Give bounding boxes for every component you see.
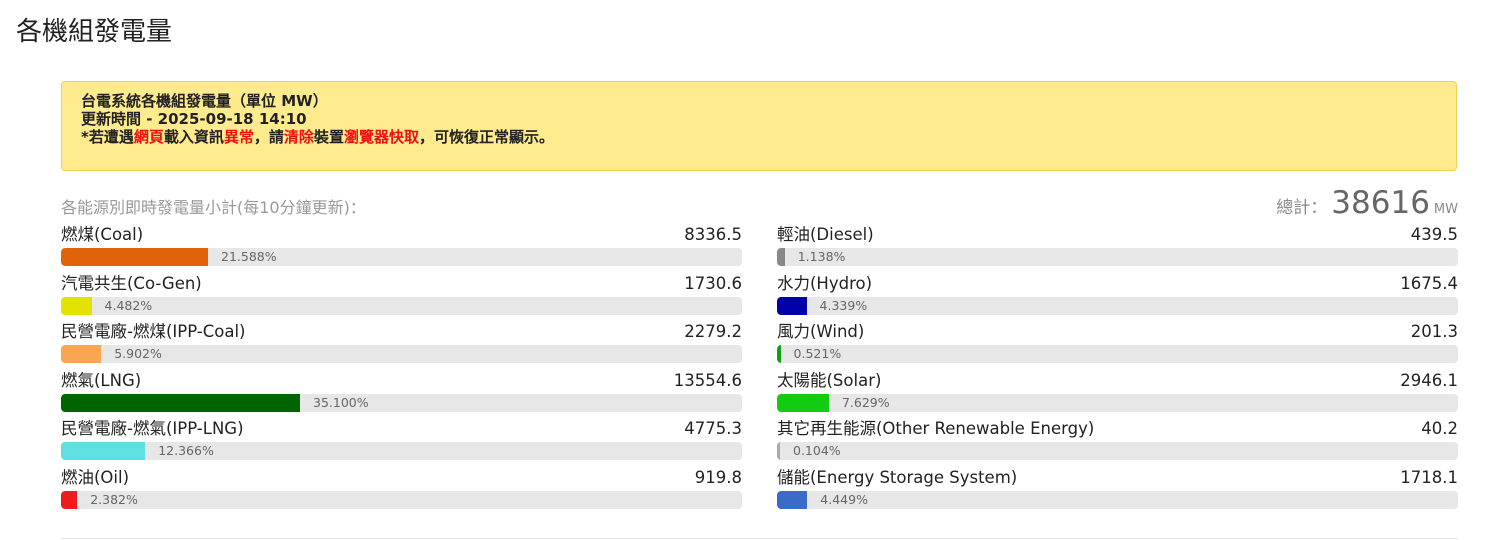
percentage-label: 0.104% (793, 443, 841, 459)
energy-source-value: 1675.4 (1400, 273, 1458, 293)
energy-source-item: 燃煤(Coal) 8336.5 21.588% (61, 225, 742, 274)
energy-source-value: 4775.3 (684, 419, 742, 439)
cache-warning: *若遭遇網頁載入資訊異常，請清除裝置瀏覽器快取，可恢復正常顯示。 (81, 128, 1437, 146)
energy-source-name: 水力(Hydro) (777, 273, 873, 293)
energy-source-item: 汽電共生(Co-Gen) 1730.6 4.482% (61, 274, 742, 323)
sources-column-right: 輕油(Diesel) 439.5 1.138% 水力(Hydro) 1675.4 4.33… (777, 225, 1458, 517)
progress-bar-fill (777, 248, 785, 266)
energy-source-name: 民營電廠-燃煤(IPP-Coal) (61, 322, 246, 342)
percentage-label: 7.629% (841, 394, 890, 410)
notice-title: 台電系統各機組發電量（單位 MW） (81, 92, 328, 110)
progress-bar-fill (61, 490, 78, 509)
energy-source-value: 919.8 (694, 467, 742, 487)
percentage-label: 0.521% (793, 346, 842, 362)
progress-bar-fill (61, 442, 146, 461)
percentage-label: 4.339% (819, 297, 868, 313)
progress-bar-fill (61, 345, 102, 364)
percentage-label: 5.902% (114, 346, 162, 362)
warning-text: 載入資訊 (163, 128, 224, 146)
progress-bar-track: 2.382% (61, 490, 742, 509)
warning-highlight: 清除 (283, 128, 314, 146)
energy-source-item: 民營電廠-燃氣(IPP-LNG) 4775.3 12.366% (61, 419, 742, 468)
percentage-label: 2.382% (90, 491, 138, 507)
progress-bar-fill (777, 490, 808, 509)
energy-source-name: 太陽能(Solar) (777, 370, 882, 390)
warning-highlight: 瀏覽器快取 (343, 128, 419, 146)
energy-source-item: 風力(Wind) 201.3 0.521% (777, 322, 1458, 371)
energy-source-value: 1718.1 (1400, 467, 1458, 487)
progress-bar-track: 21.588% (61, 248, 742, 266)
energy-source-name: 風力(Wind) (777, 322, 865, 342)
energy-source-item: 其它再生能源(Other Renewable Energy) 40.2 0.104% (777, 419, 1458, 468)
energy-source-name: 燃煤(Coal) (61, 225, 144, 244)
energy-source-name: 輕油(Diesel) (777, 225, 874, 244)
energy-source-name: 其它再生能源(Other Renewable Energy) (777, 419, 1095, 439)
percentage-label: 1.138% (797, 249, 846, 264)
summary-row: 各能源別即時發電量小計(每10分鐘更新)： 總計： 38616 MW (61, 185, 1458, 225)
total-label: 總計： (1276, 198, 1328, 218)
progress-bar-track: 4.482% (61, 296, 742, 315)
warning-text: ，請 (253, 128, 284, 146)
energy-source-item: 燃油(Oil) 919.8 2.382% (61, 468, 742, 517)
summary-label: 各能源別即時發電量小計(每10分鐘更新)： (61, 198, 366, 217)
progress-bar-track: 4.449% (777, 490, 1458, 509)
warning-text: *若遭遇 (81, 128, 134, 146)
progress-bar-track: 0.104% (777, 442, 1458, 461)
energy-source-value: 2946.1 (1400, 370, 1458, 390)
energy-source-name: 民營電廠-燃氣(IPP-LNG) (61, 419, 244, 439)
percentage-label: 35.100% (313, 394, 369, 410)
progress-bar-fill (61, 393, 301, 412)
divider (61, 538, 1458, 539)
energy-source-value: 40.2 (1421, 419, 1458, 439)
energy-source-item: 儲能(Energy Storage System) 1718.1 4.449% (777, 468, 1458, 517)
energy-source-value: 13554.6 (673, 370, 742, 390)
progress-bar-track: 5.902% (61, 345, 742, 364)
energy-source-value: 1730.6 (684, 273, 742, 293)
energy-source-item: 太陽能(Solar) 2946.1 7.629% (777, 371, 1458, 420)
sources-column-left: 燃煤(Coal) 8336.5 21.588% 汽電共生(Co-Gen) 1730.6 4… (61, 225, 742, 517)
energy-source-name: 汽電共生(Co-Gen) (61, 273, 202, 293)
progress-bar-track: 35.100% (61, 393, 742, 412)
progress-bar-fill (61, 296, 92, 315)
energy-source-item: 輕油(Diesel) 439.5 1.138% (777, 225, 1458, 274)
progress-bar-fill (61, 248, 208, 266)
energy-source-value: 201.3 (1410, 322, 1458, 342)
progress-bar-fill (777, 345, 781, 364)
update-time: 更新時間 - 2025-09-18 14:10 (81, 110, 307, 128)
page-title: 各機組發電量 (16, 17, 173, 47)
total-unit: MW (1433, 202, 1458, 217)
progress-bar-fill (777, 442, 780, 461)
progress-bar-track: 4.339% (777, 296, 1458, 315)
total-value: 38616 (1331, 185, 1430, 221)
energy-source-value: 8336.5 (684, 225, 742, 244)
notice-box: 台電系統各機組發電量（單位 MW） 更新時間 - 2025-09-18 14:1… (61, 81, 1457, 171)
energy-source-item: 水力(Hydro) 1675.4 4.339% (777, 274, 1458, 323)
progress-bar-track: 1.138% (777, 248, 1458, 266)
warning-text: ，可恢復正常顯示。 (418, 128, 554, 146)
warning-highlight: 網頁 (133, 128, 164, 146)
percentage-label: 12.366% (158, 443, 214, 459)
energy-source-value: 2279.2 (684, 322, 742, 342)
energy-source-value: 439.5 (1410, 225, 1458, 244)
energy-source-name: 燃油(Oil) (61, 467, 130, 487)
energy-source-item: 民營電廠-燃煤(IPP-Coal) 2279.2 5.902% (61, 322, 742, 371)
energy-source-name: 燃氣(LNG) (61, 370, 142, 390)
warning-highlight: 異常 (223, 128, 254, 146)
warning-text: 裝置 (313, 128, 344, 146)
percentage-label: 4.449% (820, 491, 868, 507)
total-output: 總計： 38616 MW (1276, 185, 1458, 221)
energy-source-name: 儲能(Energy Storage System) (777, 467, 1018, 487)
percentage-label: 21.588% (221, 249, 277, 264)
energy-source-item: 燃氣(LNG) 13554.6 35.100% (61, 371, 742, 420)
progress-bar-track: 0.521% (777, 345, 1458, 364)
progress-bar-fill (777, 393, 829, 412)
progress-bar-track: 7.629% (777, 393, 1458, 412)
progress-bar-track: 12.366% (61, 442, 742, 461)
percentage-label: 4.482% (104, 297, 153, 313)
progress-bar-fill (777, 296, 807, 315)
